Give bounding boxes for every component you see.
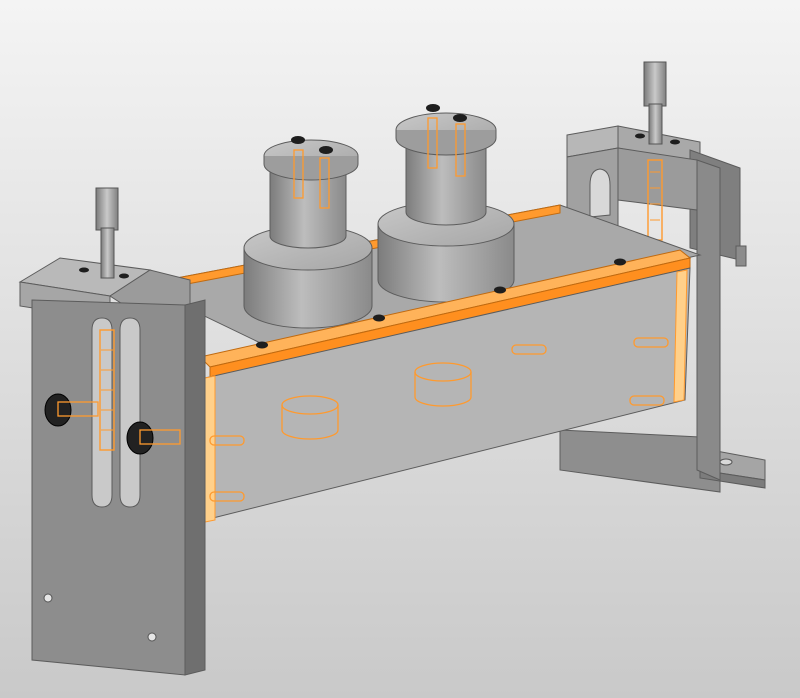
left-cylinder-roller[interactable] <box>243 136 373 329</box>
cad-viewport[interactable] <box>0 0 800 698</box>
assembly-scene <box>18 61 766 676</box>
left-end-plate[interactable] <box>18 257 206 676</box>
base-foot[interactable] <box>559 429 766 493</box>
right-cylinder-roller[interactable] <box>377 104 515 303</box>
